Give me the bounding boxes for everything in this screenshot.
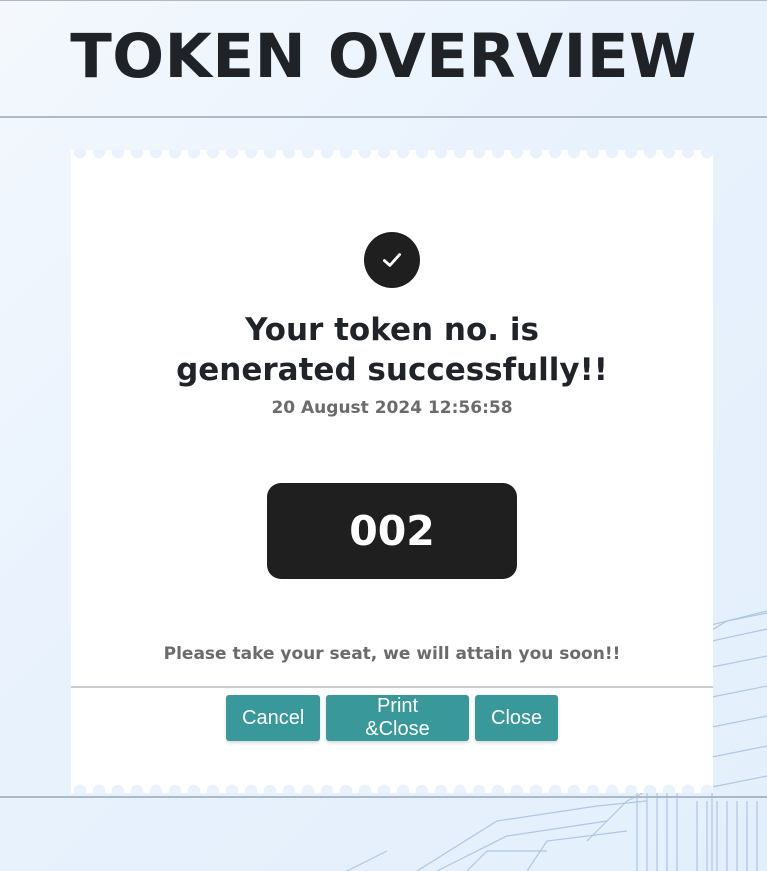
- instruction-message: Please take your seat, we will attain yo…: [163, 644, 621, 664]
- generated-timestamp: 20 August 2024 12:56:58: [271, 398, 513, 418]
- close-button[interactable]: Close: [475, 695, 558, 741]
- cancel-button[interactable]: Cancel: [226, 695, 320, 741]
- ticket-bottom-edge: [71, 781, 713, 793]
- print-close-button[interactable]: Print &Close: [326, 695, 469, 741]
- token-number-box: 002: [267, 483, 517, 579]
- action-buttons: Cancel Print &Close Close: [226, 695, 558, 741]
- checkmark-icon: [383, 253, 401, 267]
- page-title: TOKEN OVERVIEW: [70, 21, 697, 92]
- token-number: 002: [349, 507, 435, 555]
- success-message: Your token no. is generated successfully…: [176, 312, 608, 388]
- actions-divider: [71, 686, 713, 688]
- page-header: TOKEN OVERVIEW: [0, 0, 767, 118]
- ticket-top-edge: [71, 150, 713, 162]
- footer-divider: [0, 796, 767, 798]
- check-circle-icon: [364, 232, 420, 288]
